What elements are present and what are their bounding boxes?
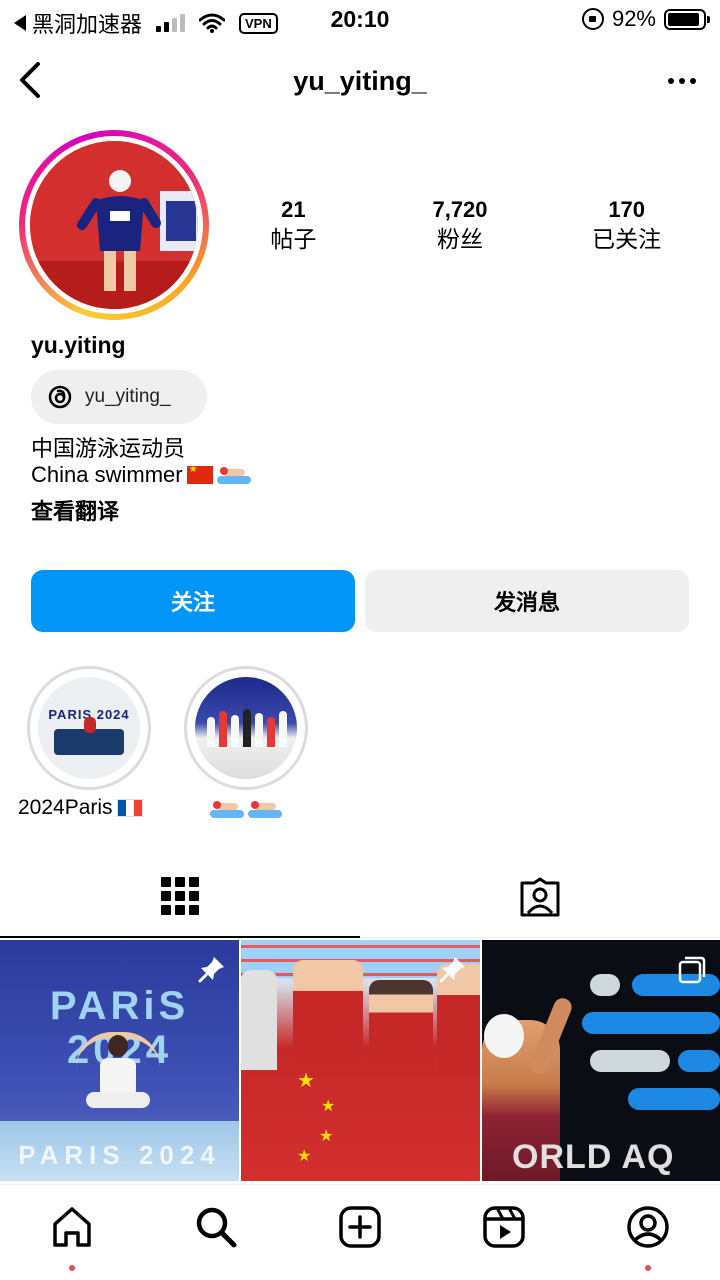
swimmer-icon	[216, 466, 251, 484]
page-title: yu_yiting_	[293, 66, 427, 96]
highlight-label-2	[210, 800, 282, 818]
grid-icon	[161, 877, 199, 915]
bio-line-2-text: China swimmer	[31, 462, 183, 487]
post-banner-text: ORLD AQ	[512, 1138, 675, 1176]
post-thumbnail[interactable]: PARiS2024 PARIS 2024	[0, 940, 239, 1181]
swimmer-icon	[248, 800, 282, 818]
tab-posts-grid[interactable]	[0, 856, 360, 938]
posts-label: 帖子	[270, 226, 317, 252]
story-ring[interactable]	[19, 130, 209, 320]
highlight-cover	[195, 677, 297, 779]
stat-following[interactable]: 170 已关注	[543, 196, 710, 254]
pin-icon	[439, 957, 465, 983]
france-flag-icon	[116, 799, 143, 817]
pin-icon	[198, 957, 224, 983]
display-name: yu.yiting	[31, 332, 126, 358]
nav-profile[interactable]	[618, 1197, 678, 1271]
bio-line-2: China swimmer	[31, 462, 251, 488]
follow-button[interactable]: 关注	[31, 570, 355, 632]
following-label: 已关注	[592, 226, 662, 252]
see-translation-link[interactable]: 查看翻译	[31, 494, 119, 526]
home-icon	[53, 1207, 91, 1247]
highlight-2024paris[interactable]: PARIS 2024	[27, 666, 151, 790]
posts-count: 21	[281, 197, 306, 222]
notification-dot	[69, 1265, 75, 1271]
following-count: 170	[608, 197, 646, 222]
highlight-cover: PARIS 2024	[38, 677, 140, 779]
rotation-lock-icon	[581, 8, 604, 30]
stat-followers[interactable]: 7,720 粉丝	[377, 196, 544, 254]
bottom-navigation	[0, 1184, 720, 1280]
search-icon	[196, 1207, 237, 1248]
profile-header: yu_yiting_	[0, 50, 720, 112]
china-flag-icon	[186, 464, 213, 484]
threads-link[interactable]: yu_yiting_	[31, 370, 207, 424]
avatar[interactable]	[30, 141, 198, 309]
highlight-label-text: 2024Paris	[18, 796, 113, 819]
followers-label: 粉丝	[437, 226, 483, 252]
threads-handle: yu_yiting_	[85, 386, 171, 407]
post-thumbnail[interactable]: ORLD AQ	[482, 940, 720, 1181]
battery-fill	[668, 12, 700, 26]
notification-dot	[645, 1265, 651, 1271]
profile-icon	[627, 1206, 669, 1248]
nav-search[interactable]	[186, 1197, 246, 1257]
highlight-swim[interactable]	[184, 666, 308, 790]
followers-count: 7,720	[432, 197, 488, 222]
threads-icon	[48, 385, 72, 409]
swimmer-icon	[210, 800, 244, 818]
highlight-label-1: 2024Paris	[18, 796, 143, 820]
message-button[interactable]: 发消息	[365, 570, 689, 632]
multiple-images-icon	[678, 956, 706, 984]
create-icon	[339, 1206, 381, 1248]
stat-posts[interactable]: 21 帖子	[210, 196, 377, 254]
battery-percent: 92%	[611, 6, 656, 31]
nav-home[interactable]	[42, 1197, 102, 1271]
post-thumbnail[interactable]: ★ ★ ★ ★	[241, 940, 480, 1181]
battery-icon	[664, 8, 710, 30]
profile-stats: 21 帖子 7,720 粉丝 170 已关注	[210, 196, 710, 254]
more-options-icon[interactable]	[668, 78, 696, 84]
status-bar: 黑洞加速器 VPN 20:10 92%	[0, 0, 720, 40]
nav-create[interactable]	[330, 1197, 390, 1257]
reels-icon	[483, 1206, 525, 1248]
avatar-photo	[30, 141, 198, 309]
status-bar-right: 92%	[581, 6, 710, 32]
tab-tagged[interactable]	[360, 856, 720, 938]
tagged-icon	[520, 877, 560, 916]
bio-line-1: 中国游泳运动员	[31, 436, 186, 461]
post-floor-text: PARIS 2024	[18, 1140, 221, 1170]
nav-reels[interactable]	[474, 1197, 534, 1257]
